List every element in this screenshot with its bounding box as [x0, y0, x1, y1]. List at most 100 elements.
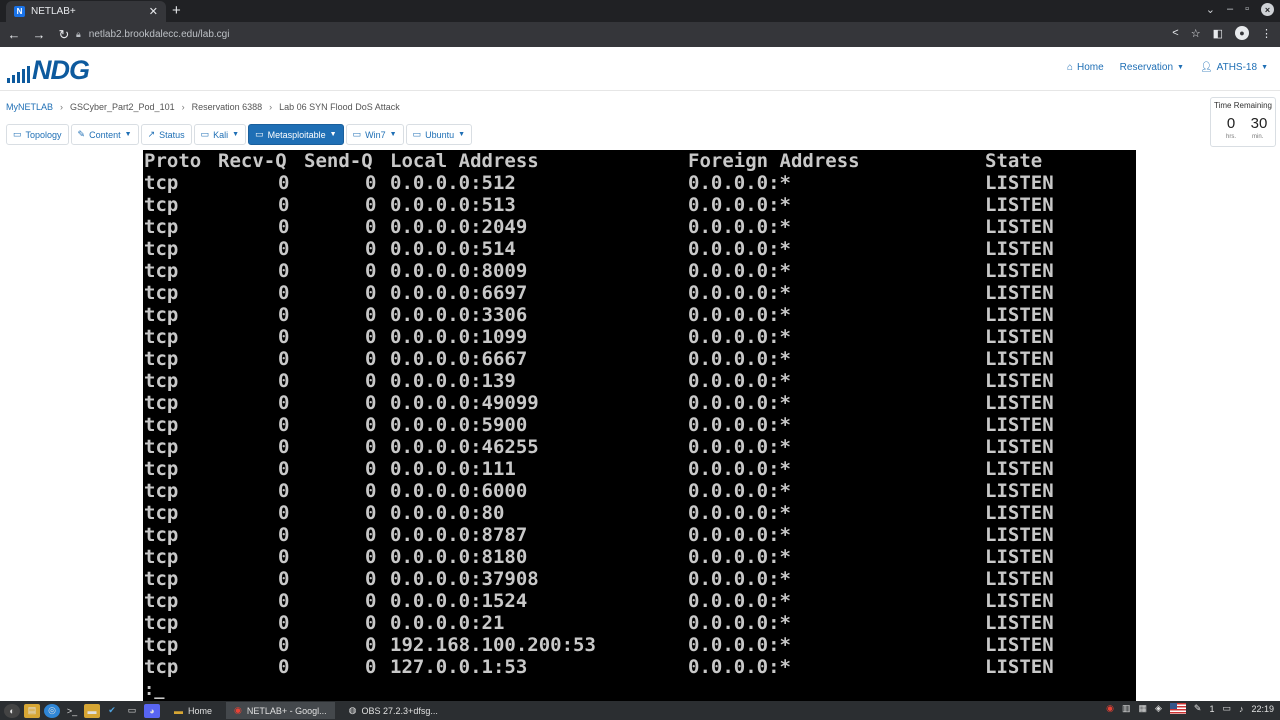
browser-actions: < ☆ ◧ ● ⋮	[1172, 26, 1272, 40]
folder-icon[interactable]: ▬	[84, 703, 100, 718]
cell-send: 0	[365, 194, 377, 216]
tab-search-chevron-icon[interactable]: ⌄	[1206, 3, 1215, 16]
tab-status[interactable]: ↗ Status	[140, 124, 192, 145]
close-window-icon[interactable]: ×	[1261, 3, 1274, 16]
tab-kali-label: Kali	[213, 129, 229, 140]
cell-state: LISTEN	[985, 634, 1054, 656]
cell-foreign: 0.0.0.0:*	[688, 458, 791, 480]
cell-proto: tcp	[144, 414, 179, 436]
cell-local: 0.0.0.0:6000	[390, 480, 528, 502]
network-icon[interactable]: ▦	[1138, 703, 1147, 714]
browser-tab[interactable]: N NETLAB+ ✕	[6, 1, 166, 22]
cell-local: 0.0.0.0:514	[390, 238, 516, 260]
cell-send: 0	[365, 216, 377, 238]
tab-title: NETLAB+	[31, 6, 76, 17]
screen: N NETLAB+ ✕ + ⌄ – ▫ × ← → ↻ 🔒︎ netlab2.b…	[0, 0, 1280, 720]
start-menu-icon[interactable]: ◐	[4, 703, 20, 718]
tab-topology[interactable]: ▭ Topology	[6, 124, 69, 145]
pin-icon[interactable]: ✎	[1194, 703, 1202, 714]
tab-kali[interactable]: ▭ Kali ▼	[193, 124, 247, 145]
cell-proto: tcp	[144, 370, 179, 392]
obs-record-icon[interactable]: ◉	[1106, 703, 1114, 714]
reload-icon[interactable]: ↻	[53, 27, 75, 43]
console-prompt: :_	[144, 680, 165, 700]
tab-content-label: Content	[89, 129, 121, 140]
cell-send: 0	[365, 414, 377, 436]
breadcrumb-mynetlab[interactable]: MyNETLAB	[6, 102, 53, 112]
lock-icon: 🔒︎	[76, 29, 81, 39]
tab-metasploitable[interactable]: ▭ Metasploitable ▼	[248, 124, 344, 145]
cell-foreign: 0.0.0.0:*	[688, 480, 791, 502]
cell-foreign: 0.0.0.0:*	[688, 634, 791, 656]
cell-send: 0	[365, 524, 377, 546]
ndg-logo[interactable]: NDG	[7, 55, 90, 84]
cell-foreign: 0.0.0.0:*	[688, 568, 791, 590]
minimize-icon[interactable]: –	[1227, 3, 1233, 16]
user-menu[interactable]: 👤︎ ATHS-18 ▼	[1200, 62, 1268, 73]
display-icon[interactable]: ▭	[1222, 703, 1231, 714]
col-state-header: State	[985, 150, 1043, 172]
cell-foreign: 0.0.0.0:*	[688, 194, 791, 216]
forward-arrow-icon[interactable]: →	[28, 27, 50, 42]
share-icon[interactable]: <	[1172, 27, 1178, 39]
cell-state: LISTEN	[985, 612, 1054, 634]
reservation-label: Reservation	[1119, 62, 1174, 73]
clipboard-icon[interactable]: ▥	[1122, 703, 1131, 714]
tab-content[interactable]: ✎ Content ▼	[70, 124, 139, 145]
cell-recv: 0	[278, 370, 290, 392]
url-field[interactable]: 🔒︎ netlab2.brookdalecc.edu/lab.cgi	[76, 25, 1158, 44]
back-arrow-icon[interactable]: ←	[3, 27, 25, 42]
tab-ubuntu[interactable]: ▭ Ubuntu ▼	[405, 124, 473, 145]
cell-state: LISTEN	[985, 348, 1054, 370]
screen-icon[interactable]: ▭	[124, 704, 140, 718]
cell-state: LISTEN	[985, 480, 1054, 502]
maximize-icon[interactable]: ▫	[1245, 3, 1249, 16]
breadcrumb-pod[interactable]: GSCyber_Part2_Pod_101	[70, 102, 175, 112]
cell-state: LISTEN	[985, 502, 1054, 524]
shield-icon[interactable]: ◈	[1155, 703, 1162, 714]
chrome-icon: ◉	[234, 705, 242, 715]
task-chrome[interactable]: ◉ NETLAB+ - Googl...	[226, 702, 335, 719]
cell-send: 0	[365, 348, 377, 370]
check-icon[interactable]: ✔	[104, 704, 120, 718]
cell-recv: 0	[278, 238, 290, 260]
cell-proto: tcp	[144, 326, 179, 348]
cell-state: LISTEN	[985, 524, 1054, 546]
new-tab-plus-icon[interactable]: +	[172, 2, 181, 20]
cell-recv: 0	[278, 656, 290, 678]
cell-send: 0	[365, 436, 377, 458]
us-flag-icon[interactable]	[1169, 703, 1186, 714]
cell-send: 0	[365, 282, 377, 304]
clock[interactable]: 22:19	[1251, 704, 1274, 714]
cell-send: 0	[365, 370, 377, 392]
console-header-row: Proto Recv-Q Send-Q Local Address Foreig…	[143, 150, 1042, 172]
cell-local: 0.0.0.0:3306	[390, 304, 528, 326]
terminal-icon[interactable]: >_	[64, 704, 80, 718]
side-panel-icon[interactable]: ◧	[1213, 27, 1223, 40]
menu-kebab-icon[interactable]: ⋮	[1261, 27, 1272, 40]
vm-console[interactable]: Proto Recv-Q Send-Q Local Address Foreig…	[143, 150, 1136, 702]
laptop-icon: ▭	[255, 129, 264, 139]
files-icon[interactable]: ▤	[24, 703, 40, 718]
task-obs[interactable]: ◍ OBS 27.2.3+dfsg...	[341, 702, 446, 719]
close-tab-icon[interactable]: ✕	[149, 5, 158, 18]
cell-foreign: 0.0.0.0:*	[688, 172, 791, 194]
task-home[interactable]: ▬ Home	[166, 702, 220, 719]
discord-icon[interactable]: ◕	[144, 703, 160, 718]
url-text: netlab2.brookdalecc.edu/lab.cgi	[88, 29, 230, 40]
reservation-menu[interactable]: Reservation ▼	[1120, 62, 1184, 73]
time-remaining-label: Time Remaining	[1214, 101, 1272, 110]
volume-icon[interactable]: ♪	[1239, 704, 1244, 714]
home-link[interactable]: ⌂ Home	[1067, 62, 1104, 73]
chart-icon: ↗	[147, 129, 156, 139]
profile-avatar-icon[interactable]: ●	[1235, 26, 1249, 40]
tab-metasploitable-label: Metasploitable	[267, 129, 326, 140]
tab-win7[interactable]: ▭ Win7 ▼	[345, 124, 404, 145]
breadcrumb-reservation[interactable]: Reservation 6388	[192, 102, 263, 112]
user-icon: 👤︎	[1199, 62, 1213, 73]
chevron-right-icon: ›	[60, 102, 64, 112]
cell-proto: tcp	[144, 502, 179, 524]
bookmark-star-icon[interactable]: ☆	[1191, 27, 1201, 40]
cell-local: 0.0.0.0:8180	[390, 546, 528, 568]
browser-launcher-icon[interactable]: ◎	[44, 703, 60, 718]
